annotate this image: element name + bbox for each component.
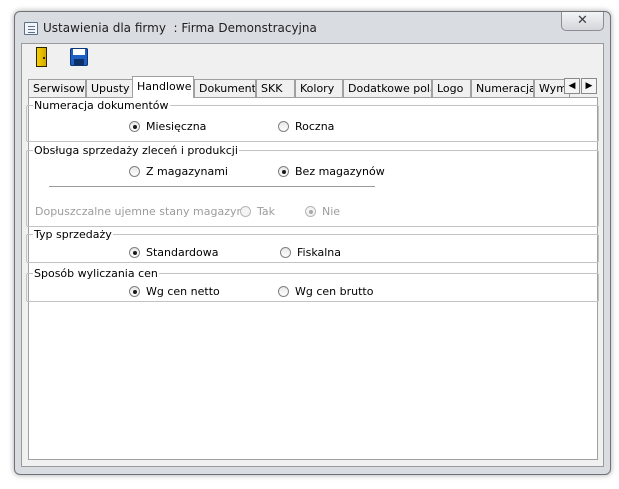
close-button[interactable]: ✕	[561, 12, 604, 31]
group-divider	[49, 186, 375, 187]
negative-stock-label: Dopuszczalne ujemne stany magazynu	[35, 205, 251, 218]
tab-upusty[interactable]: Upusty	[86, 79, 133, 97]
radio-indicator	[240, 206, 251, 217]
tab-scroll-left-button[interactable]: ◀	[564, 78, 580, 94]
tab-dokumenty[interactable]: Dokumenty	[194, 79, 256, 97]
group-obsluga-sprzedazy: Obsługa sprzedaży zleceń i produkcji Z m…	[26, 144, 599, 227]
tab-kolory[interactable]: Kolory	[295, 79, 343, 97]
arrow-left-icon: ◀	[568, 81, 576, 91]
radio-indicator	[278, 166, 289, 177]
radio-indicator	[129, 247, 140, 258]
group-legend: Sposób wyliczania cen	[33, 267, 159, 280]
radio-indicator	[129, 166, 140, 177]
radio-label: Wg cen brutto	[295, 285, 374, 298]
radio-label: Bez magazynów	[295, 165, 385, 178]
tab-scroller: ◀ ▶	[564, 78, 598, 94]
title-bar[interactable]: Ustawienia dla firmy : Firma Demonstracy…	[15, 12, 610, 43]
tab-logo[interactable]: Logo	[432, 79, 471, 97]
radio-indicator	[278, 286, 289, 297]
app-icon	[24, 22, 38, 35]
radio-indicator	[129, 121, 140, 132]
window-title: Ustawienia dla firmy : Firma Demonstracy…	[43, 21, 317, 35]
tab-handlowe[interactable]: Handlowe	[132, 76, 194, 98]
radio-label: Tak	[257, 205, 276, 218]
group-sposob-wyliczania-cen: Sposób wyliczania cen Wg cen netto Wg ce…	[26, 267, 599, 302]
radio-label: Nie	[322, 205, 341, 218]
tab-numeracja[interactable]: Numeracja	[471, 79, 534, 97]
close-icon: ✕	[577, 13, 588, 28]
save-button[interactable]	[67, 46, 91, 70]
radio-indicator	[278, 121, 289, 132]
tab-strip: Serwisowe Upusty Handlowe Dokumenty SKK …	[28, 76, 598, 98]
radio-label: Roczna	[295, 120, 335, 133]
group-numeracja-dokumentow: Numeracja dokumentów Miesięczna Roczna	[26, 99, 599, 142]
radio-label: Standardowa	[146, 246, 219, 259]
group-typ-sprzedazy: Typ sprzedaży Standardowa Fiskalna	[26, 228, 599, 263]
radio-indicator	[129, 286, 140, 297]
radio-label: Z magazynami	[146, 165, 228, 178]
tab-dodatkowe-pola[interactable]: Dodatkowe pola	[343, 79, 432, 97]
exit-button[interactable]	[31, 46, 55, 70]
radio-label: Fiskalna	[297, 246, 341, 259]
group-legend: Obsługa sprzedaży zleceń i produkcji	[33, 144, 239, 157]
radio-label: Wg cen netto	[146, 285, 220, 298]
tab-serwisowe[interactable]: Serwisowe	[28, 79, 86, 97]
arrow-right-icon: ▶	[585, 81, 593, 91]
radio-label: Miesięczna	[146, 120, 207, 133]
radio-indicator	[305, 206, 316, 217]
tab-scroll-right-button[interactable]: ▶	[581, 78, 597, 94]
toolbar	[22, 44, 603, 74]
group-legend: Numeracja dokumentów	[33, 99, 170, 112]
group-legend: Typ sprzedaży	[33, 228, 113, 241]
tab-skk[interactable]: SKK	[256, 79, 295, 97]
radio-indicator	[280, 247, 291, 258]
